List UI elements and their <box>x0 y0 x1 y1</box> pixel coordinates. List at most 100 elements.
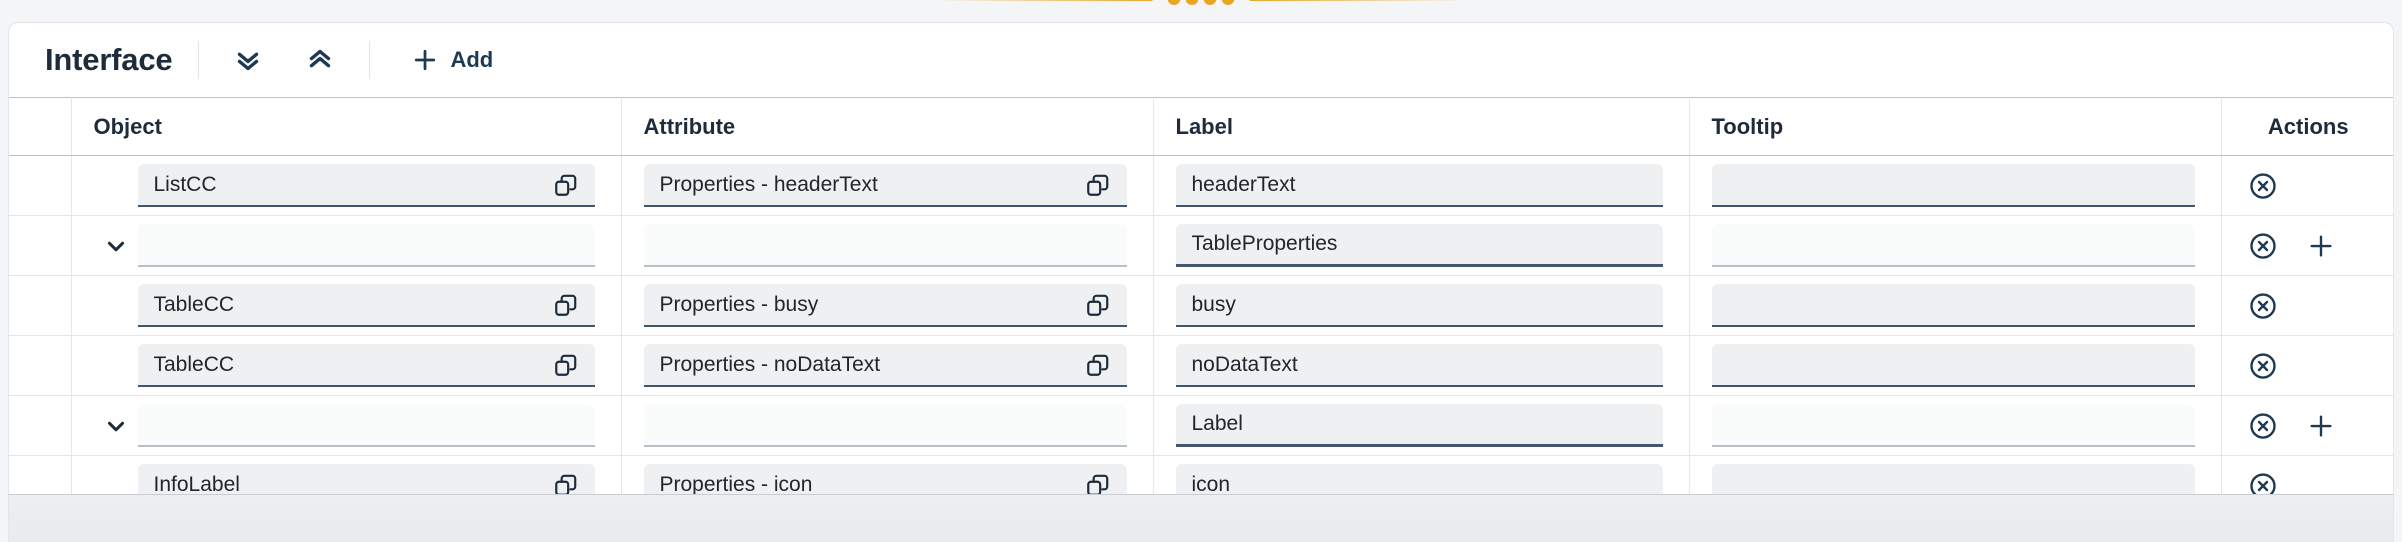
row-tooltip-cell <box>1689 215 2222 276</box>
attribute-value: Properties - headerText <box>659 172 878 196</box>
attribute-value: Properties - icon <box>659 472 813 496</box>
gold-dots <box>1167 0 1235 5</box>
row-handle-cell <box>9 215 72 276</box>
delete-row-icon[interactable] <box>2248 171 2278 201</box>
label-value: headerText <box>1191 172 1296 196</box>
add-button[interactable]: Add <box>410 45 493 75</box>
row-label-cell: TableProperties <box>1153 215 1690 276</box>
object-input[interactable] <box>137 404 595 447</box>
attribute-input[interactable]: Properties - headerText <box>643 164 1127 207</box>
delete-row-icon[interactable] <box>2248 351 2278 381</box>
tooltip-input[interactable] <box>1711 164 2195 207</box>
collapse-all-icon[interactable] <box>297 37 343 83</box>
row-object-cell <box>71 215 622 276</box>
label-value: Label <box>1191 412 1243 435</box>
header-divider-2 <box>369 41 371 79</box>
label-input[interactable]: headerText <box>1175 164 1663 207</box>
row-handle-cell <box>9 335 72 396</box>
top-decoration-strip <box>0 0 2402 22</box>
row-actions-cell <box>2221 335 2393 396</box>
column-header-tooltip: Tooltip <box>1689 97 2222 156</box>
row-label-cell: Label <box>1153 395 1690 456</box>
label-input[interactable]: Label <box>1175 404 1663 447</box>
attribute-input[interactable]: Properties - noDataText <box>643 344 1127 387</box>
row-handle-cell <box>9 155 72 216</box>
row-object-cell: TableCC <box>71 275 622 336</box>
add-button-label: Add <box>450 47 494 72</box>
copy-icon[interactable] <box>553 172 579 198</box>
tooltip-input[interactable] <box>1711 284 2195 327</box>
copy-icon[interactable] <box>1085 172 1111 198</box>
copy-icon[interactable] <box>553 292 579 318</box>
label-input[interactable]: busy <box>1175 284 1663 327</box>
column-header-attribute: Attribute <box>621 97 1154 156</box>
column-header-handle <box>9 97 72 156</box>
interface-table: Object Attribute Label Tooltip Actions L… <box>9 97 2393 516</box>
copy-icon[interactable] <box>553 352 579 378</box>
copy-icon[interactable] <box>1085 352 1111 378</box>
object-input[interactable]: ListCC <box>137 164 595 207</box>
attribute-input[interactable] <box>643 404 1127 447</box>
row-expand-chevron-icon[interactable] <box>94 233 138 259</box>
row-tooltip-cell <box>1689 335 2222 396</box>
horizontal-scrollbar[interactable] <box>8 494 2394 542</box>
column-header-label: Label <box>1153 97 1690 156</box>
object-input[interactable] <box>137 224 595 267</box>
object-value: TableCC <box>153 292 235 316</box>
expand-all-icon[interactable] <box>225 37 271 83</box>
row-actions-cell <box>2221 275 2393 336</box>
object-input[interactable]: TableCC <box>137 344 595 387</box>
row-handle-cell <box>9 275 72 336</box>
label-value: noDataText <box>1191 352 1298 376</box>
app-root: Interface Add Object Attribute Label Too… <box>0 0 2402 542</box>
column-header-actions: Actions <box>2221 97 2393 156</box>
tooltip-input[interactable] <box>1711 404 2195 447</box>
attribute-value: Properties - noDataText <box>659 352 881 376</box>
table-row: ListCC Properties - headerText headerText <box>9 155 2393 216</box>
row-actions-cell <box>2221 395 2393 456</box>
delete-row-icon[interactable] <box>2248 291 2278 321</box>
row-attribute-cell: Properties - headerText <box>621 155 1154 216</box>
object-value: TableCC <box>153 352 235 376</box>
table-row: Label <box>9 395 2393 456</box>
add-row-icon[interactable] <box>2306 411 2336 441</box>
table-body: ListCC Properties - headerText headerText T… <box>9 155 2393 516</box>
label-value: busy <box>1191 292 1236 316</box>
plus-icon <box>410 45 440 75</box>
attribute-input[interactable]: Properties - busy <box>643 284 1127 327</box>
object-input[interactable]: TableCC <box>137 284 595 327</box>
copy-icon[interactable] <box>1085 292 1111 318</box>
label-input[interactable]: TableProperties <box>1175 224 1663 267</box>
tooltip-input[interactable] <box>1711 344 2195 387</box>
interface-panel-card: Interface Add Object Attribute Label Too… <box>8 22 2394 542</box>
scrollbar-thumb[interactable] <box>9 503 2219 533</box>
row-label-cell: noDataText <box>1153 335 1690 396</box>
row-object-cell: TableCC <box>71 335 622 396</box>
row-label-cell: busy <box>1153 275 1690 336</box>
row-tooltip-cell <box>1689 155 2222 216</box>
attribute-value: Properties - busy <box>659 292 819 316</box>
add-row-icon[interactable] <box>2306 231 2336 261</box>
row-attribute-cell: Properties - busy <box>621 275 1154 336</box>
label-value: TableProperties <box>1191 232 1338 255</box>
row-tooltip-cell <box>1689 395 2222 456</box>
row-label-cell: headerText <box>1153 155 1690 216</box>
header-divider-1 <box>198 41 200 79</box>
tooltip-input[interactable] <box>1711 224 2195 267</box>
attribute-input[interactable] <box>643 224 1127 267</box>
delete-row-icon[interactable] <box>2248 411 2278 441</box>
delete-row-icon[interactable] <box>2248 231 2278 261</box>
row-tooltip-cell <box>1689 275 2222 336</box>
table-row: TableCC Properties - busy busy <box>9 275 2393 336</box>
row-object-cell <box>71 395 622 456</box>
row-expand-chevron-icon[interactable] <box>94 413 138 439</box>
object-value: InfoLabel <box>153 472 240 496</box>
row-attribute-cell: Properties - noDataText <box>621 335 1154 396</box>
row-actions-cell <box>2221 215 2393 276</box>
gold-line-right <box>1248 0 1459 1</box>
gold-ornament-divider <box>943 0 1459 5</box>
row-handle-cell <box>9 395 72 456</box>
table-header-row: Object Attribute Label Tooltip Actions <box>9 97 2393 156</box>
label-input[interactable]: noDataText <box>1175 344 1663 387</box>
row-attribute-cell <box>621 395 1154 456</box>
